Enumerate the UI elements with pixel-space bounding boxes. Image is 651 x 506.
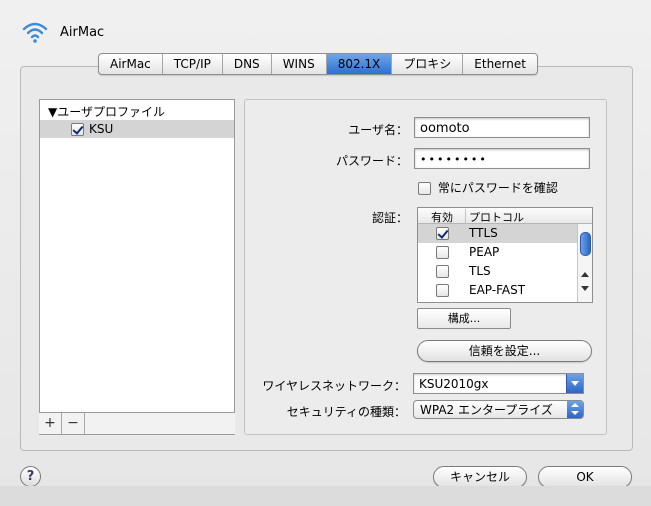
always-confirm-checkbox[interactable] [418,182,431,195]
auth-enabled-checkbox[interactable] [436,227,449,240]
preferences-sheet: AirMac AirMac TCP/IP DNS WINS 802.1X プロキ… [0,0,651,506]
chevron-down-icon[interactable] [566,374,583,393]
profile-label: KSU [89,122,114,136]
title-bar: AirMac [0,0,651,60]
tab-8021x[interactable]: 802.1X [325,54,392,74]
auth-scrollbar[interactable] [577,224,592,302]
auth-col-protocol: プロトコル [465,209,524,225]
auth-protocol-name: EAP-FAST [469,283,526,297]
auth-table-header: 有効 プロトコル [418,208,592,225]
tab-wins[interactable]: WINS [270,54,326,74]
security-type-value: WPA2 エンタープライズ [420,403,553,417]
updown-arrows-icon [567,401,583,418]
window-title: AirMac [60,25,105,40]
auth-enabled-checkbox[interactable] [436,265,449,278]
tab-dns[interactable]: DNS [221,54,271,74]
ok-button[interactable]: OK [538,466,632,488]
auth-row[interactable]: PEAP [418,243,592,262]
tab-proxy[interactable]: プロキシ [391,54,462,74]
scroll-up-icon[interactable] [581,272,589,277]
help-button[interactable]: ? [20,466,41,487]
always-confirm-label: 常にパスワードを確認 [437,181,558,195]
profile-list[interactable]: ▼ユーザプロファイル KSU [39,99,235,435]
always-confirm-option[interactable]: 常にパスワードを確認 [418,179,558,196]
profile-list-controls: + − [39,412,235,434]
add-profile-button[interactable]: + [39,413,62,434]
trust-settings-button[interactable]: 信頼を設定... [417,340,592,362]
configure-button[interactable]: 構成... [417,308,511,329]
auth-row[interactable]: TLS [418,262,592,281]
scroll-thumb[interactable] [580,232,591,256]
profile-item-ksu[interactable]: KSU [40,120,234,138]
remove-profile-button[interactable]: − [62,413,85,434]
auth-protocol-table[interactable]: 有効 プロトコル TTLS PEAP TLS EAP-FAST [417,207,593,303]
tab-ethernet[interactable]: Ethernet [462,54,537,74]
security-type-label: セキュリティの種類： [286,405,406,419]
profile-group-header[interactable]: ▼ユーザプロファイル [48,103,165,120]
wireless-network-value: KSU2010gx [419,377,489,391]
password-label: パスワード： [335,154,408,168]
auth-label: 認証： [371,211,408,225]
username-field[interactable]: oomoto [414,117,590,138]
wireless-network-combo[interactable]: KSU2010gx [413,373,584,394]
underlying-window-footer [0,486,651,506]
cancel-button[interactable]: キャンセル [433,466,527,488]
scroll-down-icon[interactable] [581,286,589,291]
auth-enabled-checkbox[interactable] [436,246,449,259]
tab-airmac[interactable]: AirMac [99,54,162,74]
profile-checkbox[interactable] [71,123,84,136]
tab-tcpip[interactable]: TCP/IP [161,54,222,74]
auth-row[interactable]: EAP-FAST [418,281,592,300]
username-label: ユーザ名： [348,123,408,137]
wifi-icon [22,22,48,43]
password-field[interactable]: •••••••• [414,148,590,169]
auth-col-enabled: 有効 [431,211,453,224]
tab-bar: AirMac TCP/IP DNS WINS 802.1X プロキシ Ether… [98,53,538,75]
auth-protocol-name: TTLS [469,226,498,240]
auth-enabled-checkbox[interactable] [436,284,449,297]
security-type-popup[interactable]: WPA2 エンタープライズ [413,400,584,419]
auth-protocol-name: TLS [469,264,491,278]
auth-row[interactable]: TTLS [418,224,592,243]
wireless-network-label: ワイヤレスネットワーク： [262,379,406,393]
auth-protocol-name: PEAP [469,245,500,259]
